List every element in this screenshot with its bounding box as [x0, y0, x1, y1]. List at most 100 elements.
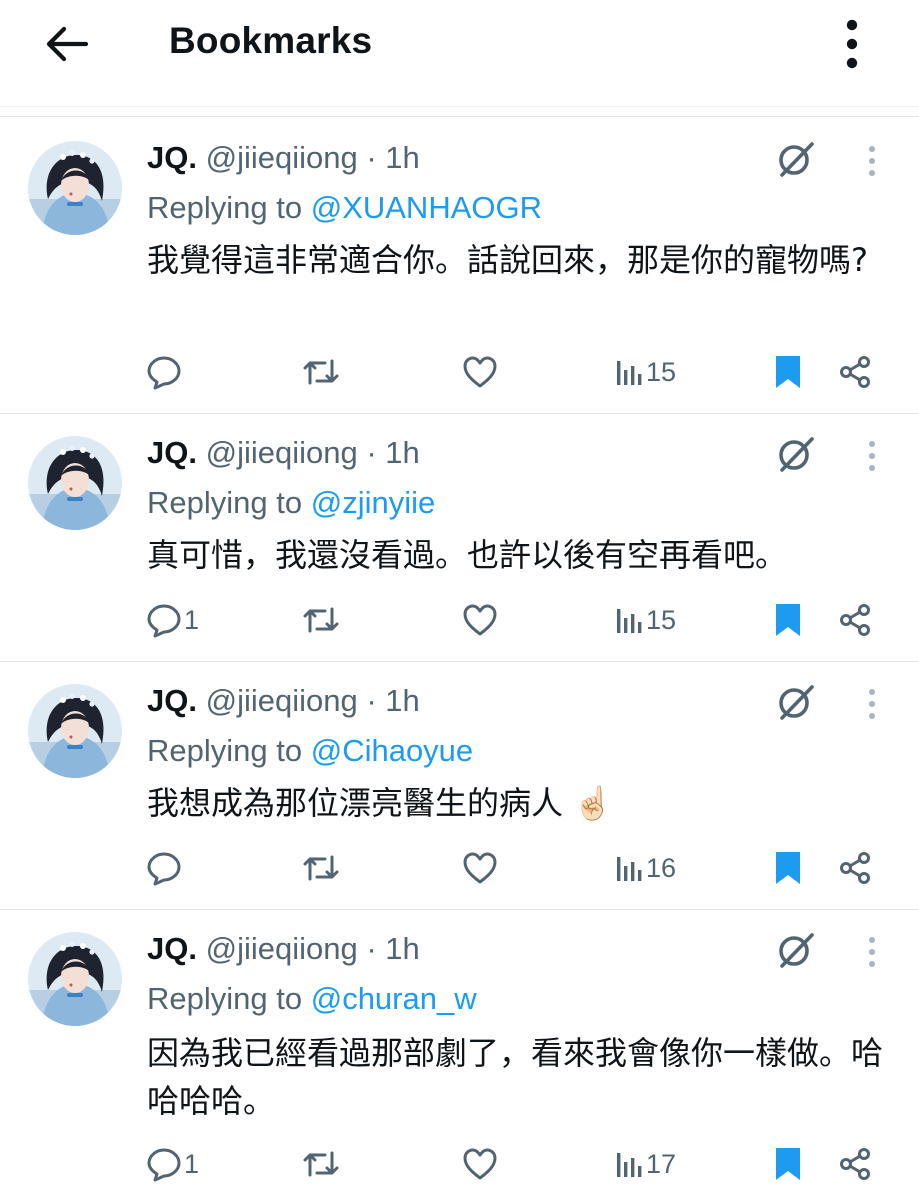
retweet-icon: [303, 855, 339, 881]
views-button[interactable]: 17: [614, 1142, 676, 1186]
tweet-more-button[interactable]: [858, 434, 886, 478]
replying-mention[interactable]: @Cihaoyue: [311, 733, 473, 768]
share-icon: [840, 852, 870, 884]
grok-button[interactable]: [774, 432, 818, 476]
reply-icon: [147, 1148, 181, 1182]
heart-icon: [463, 852, 497, 884]
more-vertical-icon: [846, 19, 858, 69]
tweet-header: JQ. @jiieqiiong · 1h: [147, 681, 420, 721]
retweet-button[interactable]: [301, 1142, 341, 1186]
like-button[interactable]: [462, 598, 498, 642]
tweet-text: 我想成為那位漂亮醫生的病人 ☝🏻: [147, 784, 614, 822]
reply-button[interactable]: 1: [146, 598, 199, 642]
tweet-card[interactable]: JQ. @jiieqiiong · 1h Replying to @Cihaoy…: [0, 662, 919, 910]
tweet-text: 我覺得這非常適合你。話說回來，那是你的寵物嗎?: [147, 241, 868, 279]
like-button[interactable]: [462, 846, 498, 890]
retweet-button[interactable]: [301, 350, 341, 394]
avatar[interactable]: [28, 932, 122, 1026]
timestamp[interactable]: 1h: [385, 435, 419, 470]
more-vertical-icon: [869, 937, 875, 967]
bookmark-filled-icon: [776, 852, 800, 884]
views-icon: [617, 361, 642, 385]
timestamp[interactable]: 1h: [385, 931, 419, 966]
grok-icon: [779, 437, 814, 472]
user-handle[interactable]: @jiieqiiong: [206, 140, 358, 175]
user-handle[interactable]: @jiieqiiong: [206, 435, 358, 470]
tweet-more-button[interactable]: [858, 930, 886, 974]
tweet-card[interactable]: JQ. @jiieqiiong · 1h Replying to @XUANHA…: [0, 117, 919, 414]
more-vertical-icon: [869, 146, 875, 176]
bookmark-filled-icon: [776, 356, 800, 388]
dot-separator: ·: [357, 683, 386, 718]
back-button[interactable]: [36, 18, 96, 70]
page-title: Bookmarks: [169, 20, 373, 61]
grok-button[interactable]: [774, 928, 818, 972]
replying-prefix: Replying to: [147, 190, 311, 225]
tweet-more-button[interactable]: [858, 139, 886, 183]
bookmark-button[interactable]: [772, 598, 804, 642]
dot-separator: ·: [357, 435, 386, 470]
tweet-actions: 1 17: [0, 1142, 919, 1186]
tweet-header: JQ. @jiieqiiong · 1h: [147, 138, 420, 178]
reply-button[interactable]: [146, 350, 184, 394]
reply-button[interactable]: [146, 846, 184, 890]
share-button[interactable]: [838, 846, 872, 890]
replying-to: Replying to @Cihaoyue: [147, 731, 473, 771]
arrow-left-icon: [46, 26, 88, 62]
timestamp[interactable]: 1h: [385, 140, 419, 175]
replying-mention[interactable]: @XUANHAOGR: [311, 190, 542, 225]
views-button[interactable]: 15: [614, 350, 676, 394]
share-icon: [840, 604, 870, 636]
tweet-card[interactable]: JQ. @jiieqiiong · 1h Replying to @zjinyi…: [0, 414, 919, 662]
display-name[interactable]: JQ.: [147, 683, 197, 718]
views-button[interactable]: 15: [614, 598, 676, 642]
display-name[interactable]: JQ.: [147, 140, 197, 175]
share-icon: [840, 356, 870, 388]
more-options-button[interactable]: [832, 16, 872, 72]
view-count: 16: [646, 852, 677, 883]
reply-count: 1: [184, 1148, 200, 1179]
replying-mention[interactable]: @zjinyiie: [311, 485, 436, 520]
retweet-icon: [303, 607, 339, 633]
replying-prefix: Replying to: [147, 733, 311, 768]
share-button[interactable]: [838, 1142, 872, 1186]
view-count: 15: [646, 604, 677, 635]
share-button[interactable]: [838, 598, 872, 642]
share-button[interactable]: [838, 350, 872, 394]
user-handle[interactable]: @jiieqiiong: [206, 931, 358, 966]
avatar[interactable]: [28, 141, 122, 235]
heart-icon: [463, 356, 497, 388]
header-divider: [0, 106, 919, 107]
timestamp[interactable]: 1h: [385, 683, 419, 718]
reply-button[interactable]: 1: [146, 1142, 199, 1186]
grok-button[interactable]: [774, 680, 818, 724]
display-name[interactable]: JQ.: [147, 435, 197, 470]
tweet-card[interactable]: JQ. @jiieqiiong · 1h Replying to @churan…: [0, 910, 919, 1200]
bookmark-filled-icon: [776, 604, 800, 636]
retweet-button[interactable]: [301, 598, 341, 642]
bookmark-button[interactable]: [772, 846, 804, 890]
retweet-button[interactable]: [301, 846, 341, 890]
user-handle[interactable]: @jiieqiiong: [206, 683, 358, 718]
replying-to: Replying to @XUANHAOGR: [147, 188, 542, 228]
grok-icon: [779, 933, 814, 968]
more-vertical-icon: [869, 689, 875, 719]
display-name[interactable]: JQ.: [147, 931, 197, 966]
tweet-text: 因為我已經看過那部劇了，看來我會像你一樣做。哈哈哈哈。: [147, 1034, 884, 1120]
avatar[interactable]: [28, 684, 122, 778]
dot-separator: ·: [357, 931, 386, 966]
tweet-actions: 16: [0, 846, 919, 890]
bookmark-button[interactable]: [772, 350, 804, 394]
top-app-bar: Bookmarks: [0, 0, 919, 106]
grok-button[interactable]: [774, 137, 818, 181]
tweet-more-button[interactable]: [858, 682, 886, 726]
views-button[interactable]: 16: [614, 846, 676, 890]
like-button[interactable]: [462, 350, 498, 394]
views-icon: [617, 609, 642, 633]
avatar[interactable]: [28, 436, 122, 530]
replying-mention[interactable]: @churan_w: [311, 981, 477, 1016]
replying-prefix: Replying to: [147, 981, 311, 1016]
bookmark-button[interactable]: [772, 1142, 804, 1186]
like-button[interactable]: [462, 1142, 498, 1186]
heart-icon: [463, 1148, 497, 1180]
